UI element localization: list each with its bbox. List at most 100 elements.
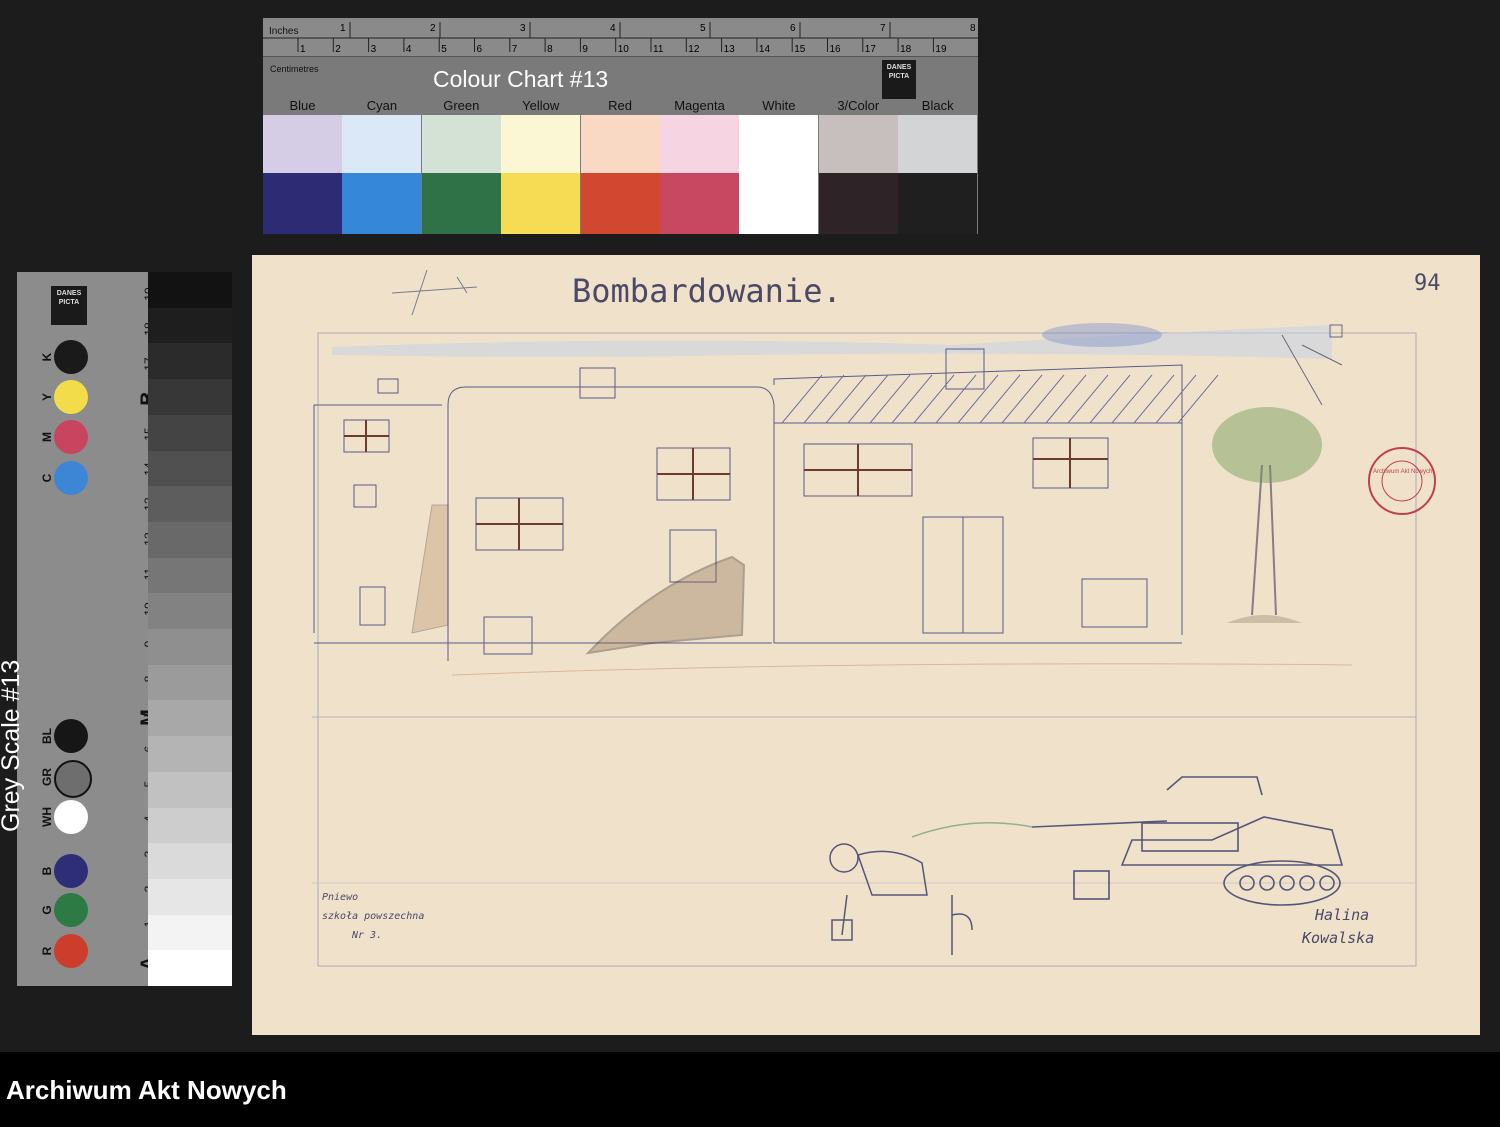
grey-step: [148, 700, 232, 737]
smoke-cloud: [1042, 323, 1162, 347]
basement-window: [483, 616, 533, 655]
swatch-dark: [898, 173, 978, 234]
drawing-sheet: Bombardowanie. 94 Pniewo szkoła powszech…: [252, 255, 1480, 1035]
roof-hatch-line: [1111, 374, 1153, 424]
patch-label: B: [40, 866, 54, 876]
child-drawing: Bombardowanie. 94 Pniewo szkoła powszech…: [312, 269, 1441, 967]
grey-step: [148, 950, 232, 987]
grey-scale-patch: [54, 934, 88, 968]
ruler-ticks: 1 2 3 4 5 6 7 81 2 3 4 5 6 7 8 9 10 11 12 13 14 15 16 17 18 19: [263, 22, 978, 55]
roof-hatch-line: [913, 374, 955, 424]
grey-scale-patch: [54, 854, 88, 888]
roof-hatch-line: [869, 374, 911, 424]
colour-chart: Inches 1 2 3 4 5 6 7 8 1 2 3 4 5 6 7 8 9 10 11 12 13 14 15 16 17…: [263, 18, 978, 234]
roof-hatch-line: [1089, 374, 1131, 424]
cm-tick-label: 3: [371, 44, 377, 55]
stamp-text: Archiwum Akt Nowych: [1373, 469, 1432, 475]
danes-picta-logo-grey: DANES PICTA: [51, 286, 87, 325]
school-note-line-3: Nr 3.: [351, 930, 382, 941]
cm-tick-label: 18: [900, 44, 912, 55]
fallen-rifle-icon: [951, 895, 973, 955]
roof-hatch-line: [803, 374, 845, 424]
roof-hatch-line: [1133, 374, 1175, 424]
grey-step: [148, 414, 232, 451]
roof-hatch-line: [825, 374, 867, 424]
swatch-dark: [421, 173, 501, 234]
grey-step: [148, 914, 232, 951]
staircase-left: [411, 504, 449, 634]
patch-label: WH: [40, 807, 54, 827]
swatch-label: 3/Color: [837, 98, 880, 113]
grey-step: [148, 629, 232, 665]
patch-label: K: [40, 352, 54, 362]
roof-hatch-line: [1045, 374, 1087, 424]
window-crosses: [344, 420, 1108, 550]
swatch-label: White: [762, 98, 796, 113]
swatch-light: [739, 115, 819, 173]
grey-step: [148, 664, 232, 701]
grey-scale-patch: [54, 380, 88, 414]
roof-hatch-line: [781, 374, 823, 424]
patch-label: Y: [40, 393, 54, 402]
cm-tick-label: 11: [653, 44, 664, 55]
soldier-icon: [829, 843, 928, 941]
swatch-label: Yellow: [522, 98, 560, 113]
inch-tick-label: 1: [340, 23, 346, 34]
cm-tick-label: 7: [512, 44, 518, 55]
sky-scribble: [332, 325, 1332, 359]
cm-tick-label: 8: [547, 44, 553, 55]
swatch-light: [898, 115, 978, 173]
swatch-label: Magenta: [674, 98, 725, 113]
roof-hatch-line: [957, 374, 999, 424]
school-note-line-2: szkoła powszechna: [322, 911, 424, 922]
cm-tick-label: 2: [335, 44, 341, 55]
grey-step: [148, 521, 232, 558]
grey-step: [148, 272, 232, 308]
swatch-label: Green: [443, 98, 480, 113]
cm-tick-label: 19: [935, 44, 947, 55]
roof-hatching: [781, 374, 1219, 424]
patch-label: R: [40, 946, 54, 956]
cm-tick-label: 14: [759, 44, 771, 55]
swatch-light: [263, 115, 342, 173]
patch-label: G: [40, 905, 54, 915]
drawing-title: Bombardowanie.: [572, 272, 842, 310]
school-note-line-1: Pniewo: [322, 892, 358, 903]
author-last-name: Kowalska: [1301, 929, 1374, 947]
grey-scale-patch: [54, 893, 88, 927]
cm-tick-label: 4: [406, 44, 412, 55]
swatch-dark: [580, 173, 660, 234]
cm-tick-label: 10: [618, 44, 630, 55]
footer-bar: Archiwum Akt Nowych: [0, 1052, 1500, 1127]
grey-scale-patch: [54, 340, 88, 374]
author-first-name: Halina: [1314, 906, 1369, 924]
cm-tick-label: 15: [794, 44, 806, 55]
grey-step: [148, 307, 232, 344]
grey-step: [148, 343, 232, 380]
danes-picta-logo: DANES PICTA: [882, 60, 916, 99]
roof-hatch-line: [1067, 374, 1109, 424]
chimney-1: [579, 367, 616, 399]
grey-step: [148, 593, 232, 630]
swatch-light: [580, 115, 660, 173]
page-number: 94: [1414, 271, 1441, 296]
grey-step: [148, 771, 232, 808]
swatch-label: Cyan: [366, 98, 398, 113]
patch-label: C: [40, 473, 54, 483]
swatch-light: [660, 115, 739, 173]
cm-tick-label: 12: [688, 44, 700, 55]
patch-label: M: [40, 432, 54, 442]
archive-stamp: [1368, 447, 1436, 515]
grey-step-strip: [148, 272, 232, 987]
cm-tick-label: 17: [865, 44, 877, 55]
swatch-dark: [501, 173, 581, 234]
swatch-light: [818, 115, 898, 173]
tank-icon: [1031, 776, 1344, 906]
airplane-icon: [391, 269, 478, 316]
grey-step: [148, 807, 232, 844]
swatch-dark: [342, 173, 422, 234]
grey-scale-card: DANES PICTA Grey Scale #13 K Y M C BL GR WH B G R…: [0, 272, 160, 986]
swatch-light: [342, 115, 422, 173]
swatch-light: [501, 115, 581, 173]
cm-tick-label: 9: [582, 44, 588, 55]
